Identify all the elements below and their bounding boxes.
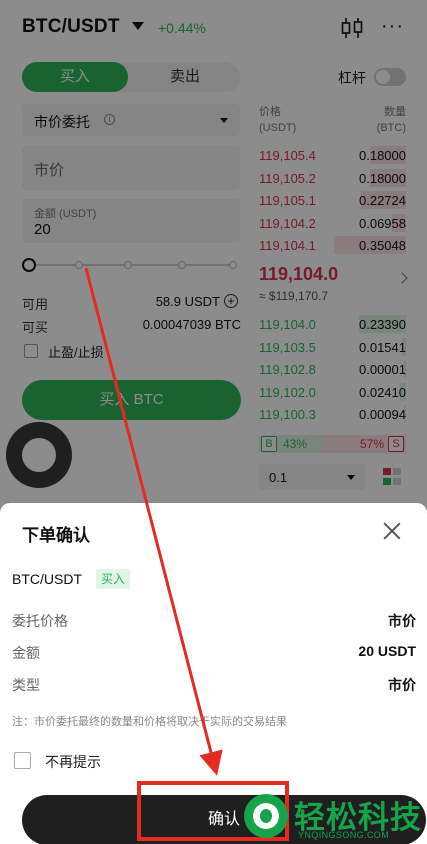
site-watermark: 轻松科技 YNQINGSONG.COM [240,790,427,844]
dont-show-again-checkbox[interactable] [14,752,31,769]
dont-show-again-label[interactable]: 不再提示 [45,752,101,772]
order-note: 注：市价委托最终的数量和价格将取决于实际的交易结果 [12,716,287,728]
amount-row-value: 20 USDT [358,643,416,659]
watermark-subtitle: YNQINGSONG.COM [298,830,390,840]
confirm-pair: BTC/USDT [12,571,82,587]
amount-row-label: 金额 [12,645,40,661]
order-price-label: 委托价格 [12,613,68,629]
side-badge: 买入 [96,569,131,589]
type-row-label: 类型 [12,677,40,693]
watermark-logo-icon [244,794,288,838]
order-price-value: 市价 [388,613,416,629]
close-icon[interactable] [381,520,403,542]
sheet-title: 下单确认 [22,526,90,545]
type-row-value: 市价 [388,677,416,693]
